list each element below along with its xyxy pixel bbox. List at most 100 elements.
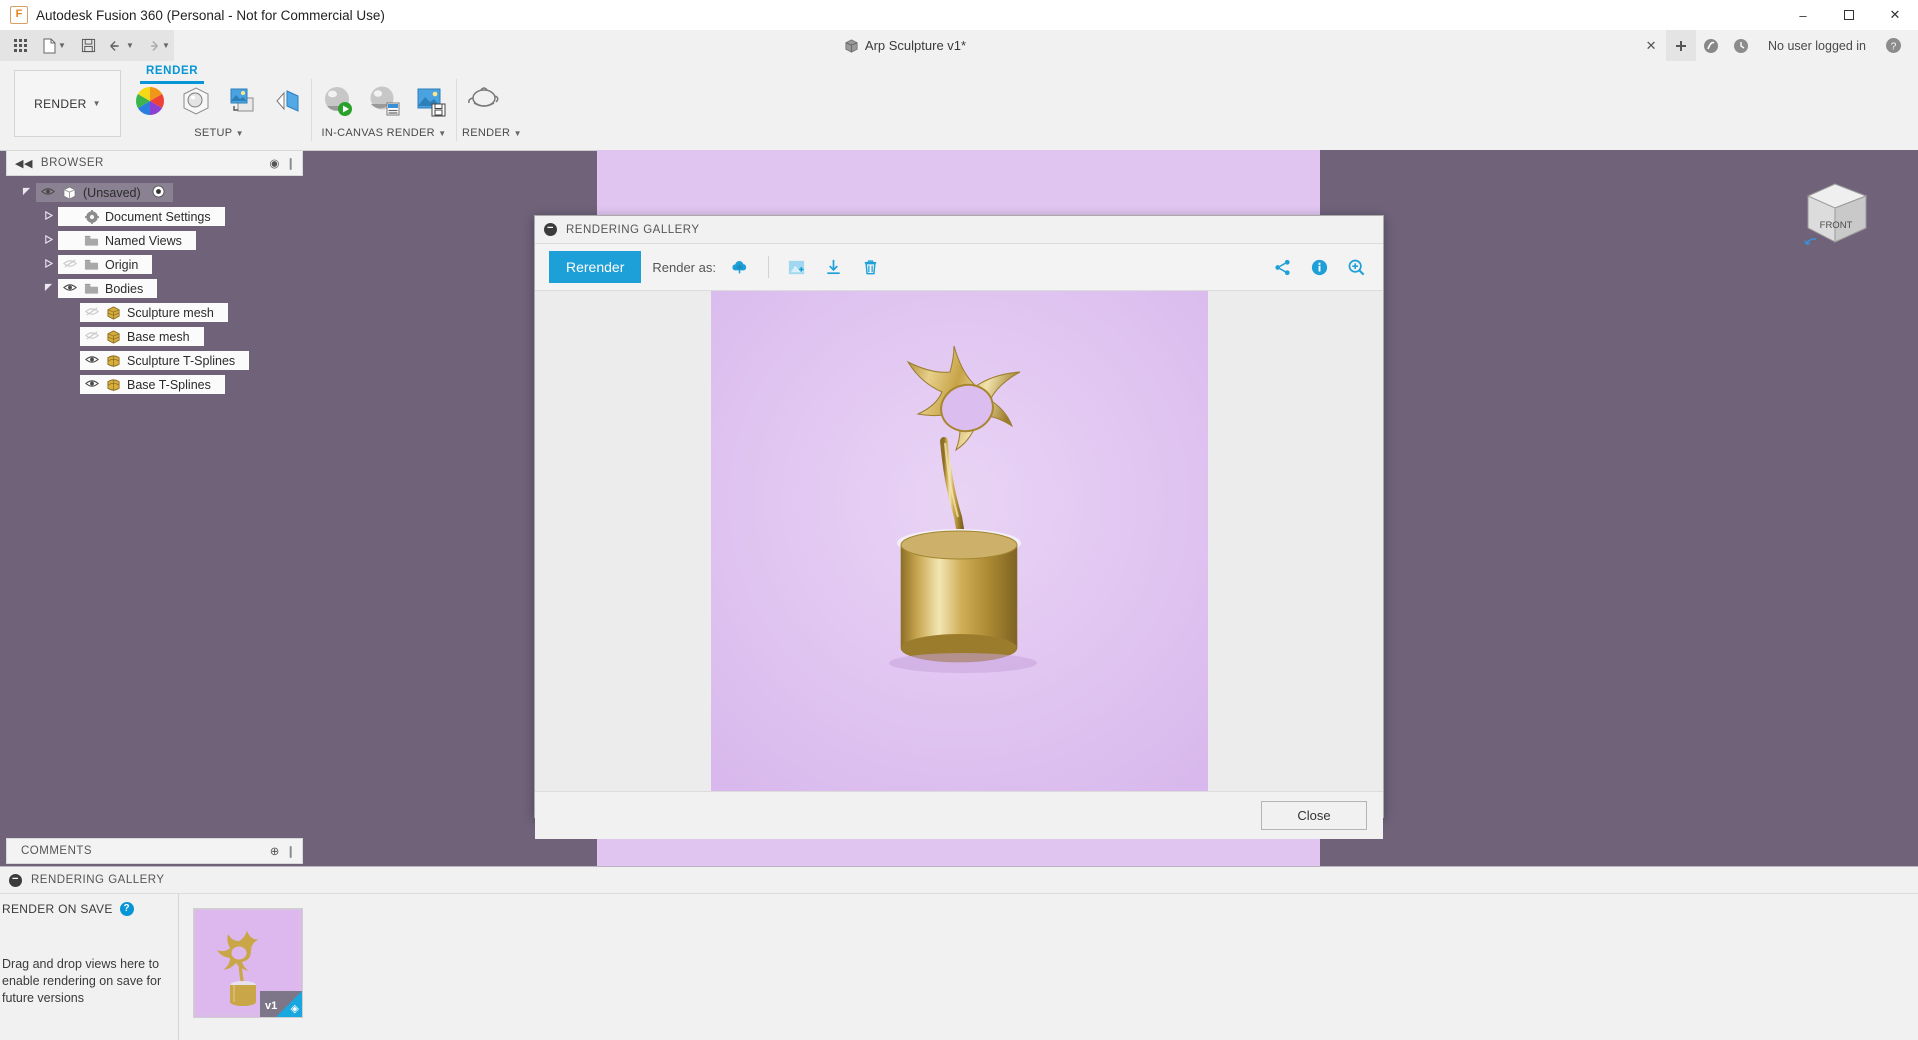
render-thumbnail-v1[interactable]: v1 ◈: [193, 908, 303, 1018]
mesh-body-icon: [105, 329, 122, 344]
render-as-cloud-icon[interactable]: [727, 254, 753, 280]
browser-tree: (Unsaved) Document Settings Named Views Ori…: [6, 176, 303, 395]
collapse-icon[interactable]: −: [9, 873, 22, 887]
job-status-icon[interactable]: [1726, 30, 1756, 61]
extensions-icon[interactable]: [1696, 30, 1726, 61]
tspline-body-icon: [105, 353, 122, 368]
toolbar-divider: [767, 256, 769, 278]
in-canvas-render-button[interactable]: [316, 77, 360, 125]
in-canvas-render-settings-button[interactable]: [362, 77, 406, 125]
render-as-label: Render as:: [652, 259, 716, 275]
quick-access-toolbar: ▼ ▼ ▼: [0, 30, 174, 61]
dialog-footer: Close: [535, 791, 1383, 839]
panel-grip-icon[interactable]: ❙: [286, 844, 296, 858]
rendering-gallery-dialog: − RENDERING GALLERY Rerender Render as:: [534, 215, 1384, 839]
ribbon-panel-in-canvas-render: IN-CANVAS RENDER ▼: [316, 77, 452, 139]
panel-close-icon[interactable]: ◉: [269, 156, 280, 170]
new-tab-icon[interactable]: [1666, 30, 1697, 61]
expand-arrow-icon[interactable]: [38, 210, 58, 223]
chevron-down-icon: ▼: [162, 41, 170, 50]
minimize-button[interactable]: –: [1780, 0, 1826, 30]
browser-item-base-t-splines[interactable]: Base T-Splines: [6, 374, 303, 395]
chevron-down-icon: ▼: [438, 129, 447, 138]
undo-icon[interactable]: ▼: [104, 33, 138, 59]
collapse-icon[interactable]: ◀◀: [7, 157, 41, 170]
decal-button[interactable]: [266, 77, 310, 125]
window-controls: – ✕: [1780, 0, 1918, 30]
browser-item-base-mesh[interactable]: Base mesh: [6, 326, 303, 347]
gem-glyph-icon: ◈: [290, 1003, 299, 1015]
render-on-save-section: RENDER ON SAVE ? Drag and drop views her…: [0, 894, 179, 1040]
visibility-toggle-icon[interactable]: [83, 378, 100, 392]
rendered-image[interactable]: [710, 291, 1208, 791]
chevron-down-icon: ▼: [92, 99, 101, 108]
browser-item-bodies[interactable]: Bodies: [6, 278, 303, 299]
close-button[interactable]: Close: [1261, 801, 1367, 830]
dialog-header: − RENDERING GALLERY: [535, 216, 1383, 244]
browser-item-sculpture-mesh[interactable]: Sculpture mesh: [6, 302, 303, 323]
save-icon[interactable]: [74, 33, 102, 59]
help-icon[interactable]: ?: [1878, 30, 1908, 61]
download-icon[interactable]: [821, 254, 847, 280]
add-comment-icon[interactable]: ⊕: [270, 844, 280, 858]
close-tab-icon[interactable]: ✕: [1636, 30, 1666, 61]
rendering-gallery-panel-title: RENDERING GALLERY: [31, 874, 165, 886]
zoom-in-icon[interactable]: [1343, 254, 1369, 280]
browser-item-label: Base T-Splines: [127, 377, 211, 392]
redo-icon[interactable]: ▼: [140, 33, 174, 59]
appearance-button[interactable]: [128, 77, 172, 125]
expand-arrow-icon[interactable]: [16, 187, 36, 199]
visibility-toggle-icon[interactable]: [61, 282, 78, 296]
share-icon[interactable]: [1269, 254, 1295, 280]
rerender-button[interactable]: Rerender: [549, 251, 642, 283]
browser-item-sculpture-t-splines[interactable]: Sculpture T-Splines: [6, 350, 303, 371]
tab-strip-right: ✕ No user logged in ?: [1636, 30, 1918, 61]
user-status-label[interactable]: No user logged in: [1756, 39, 1878, 53]
app-grid-icon[interactable]: [6, 33, 34, 59]
delete-icon[interactable]: [858, 254, 884, 280]
document-tab-label: Arp Sculpture v1*: [864, 38, 967, 53]
panel-grip-icon[interactable]: ❙: [286, 156, 296, 170]
browser-panel: ◀◀ BROWSER ◉ ❙ (Unsaved) Document Setting…: [6, 150, 303, 398]
expand-arrow-icon[interactable]: [38, 283, 58, 295]
close-window-button[interactable]: ✕: [1872, 0, 1918, 30]
browser-title: BROWSER: [40, 157, 104, 169]
expand-arrow-icon[interactable]: [38, 234, 58, 247]
workspace-selector[interactable]: RENDER ▼: [14, 70, 121, 137]
expand-arrow-icon[interactable]: [38, 258, 58, 271]
visibility-toggle-icon[interactable]: [39, 186, 56, 200]
mesh-body-icon: [105, 305, 122, 320]
browser-item-label: Base mesh: [127, 329, 190, 344]
visibility-toggle-icon[interactable]: [83, 306, 100, 320]
activate-radio-icon[interactable]: [152, 184, 165, 201]
view-cube[interactable]: FRONT: [1790, 170, 1880, 263]
visibility-toggle-icon[interactable]: [83, 354, 100, 368]
browser-item-document-settings[interactable]: Document Settings: [6, 206, 303, 227]
comments-title: COMMENTS: [21, 845, 93, 857]
browser-item-label: Document Settings: [105, 209, 211, 224]
maximize-button[interactable]: [1826, 0, 1872, 30]
panel-divider: [456, 79, 457, 141]
info-icon[interactable]: [1306, 254, 1332, 280]
browser-item-unsaved[interactable]: (Unsaved): [6, 182, 303, 203]
chevron-down-icon: ▼: [126, 41, 134, 50]
svg-text:?: ?: [1890, 42, 1896, 53]
capture-image-button[interactable]: [408, 77, 452, 125]
texture-map-controls-button[interactable]: [220, 77, 264, 125]
visibility-toggle-icon[interactable]: [83, 330, 100, 344]
render-button[interactable]: [462, 77, 506, 125]
dialog-collapse-icon[interactable]: −: [544, 223, 557, 236]
image-adjust-icon[interactable]: [784, 254, 810, 280]
gallery-thumbnails: v1 ◈: [179, 894, 303, 1040]
help-icon[interactable]: ?: [119, 902, 134, 916]
rendering-gallery-panel-body: RENDER ON SAVE ? Drag and drop views her…: [0, 894, 1918, 1040]
document-tab-arp-sculpture[interactable]: Arp Sculpture v1*: [844, 38, 966, 53]
browser-item-named-views[interactable]: Named Views: [6, 230, 303, 251]
fusion-logo-icon: F: [10, 6, 28, 24]
visibility-toggle-icon[interactable]: [61, 258, 78, 272]
panel-divider: [311, 79, 312, 141]
scene-settings-button[interactable]: [174, 77, 218, 125]
tspline-body-icon: [105, 377, 122, 392]
browser-item-origin[interactable]: Origin: [6, 254, 303, 275]
new-document-icon[interactable]: ▼: [36, 33, 72, 59]
